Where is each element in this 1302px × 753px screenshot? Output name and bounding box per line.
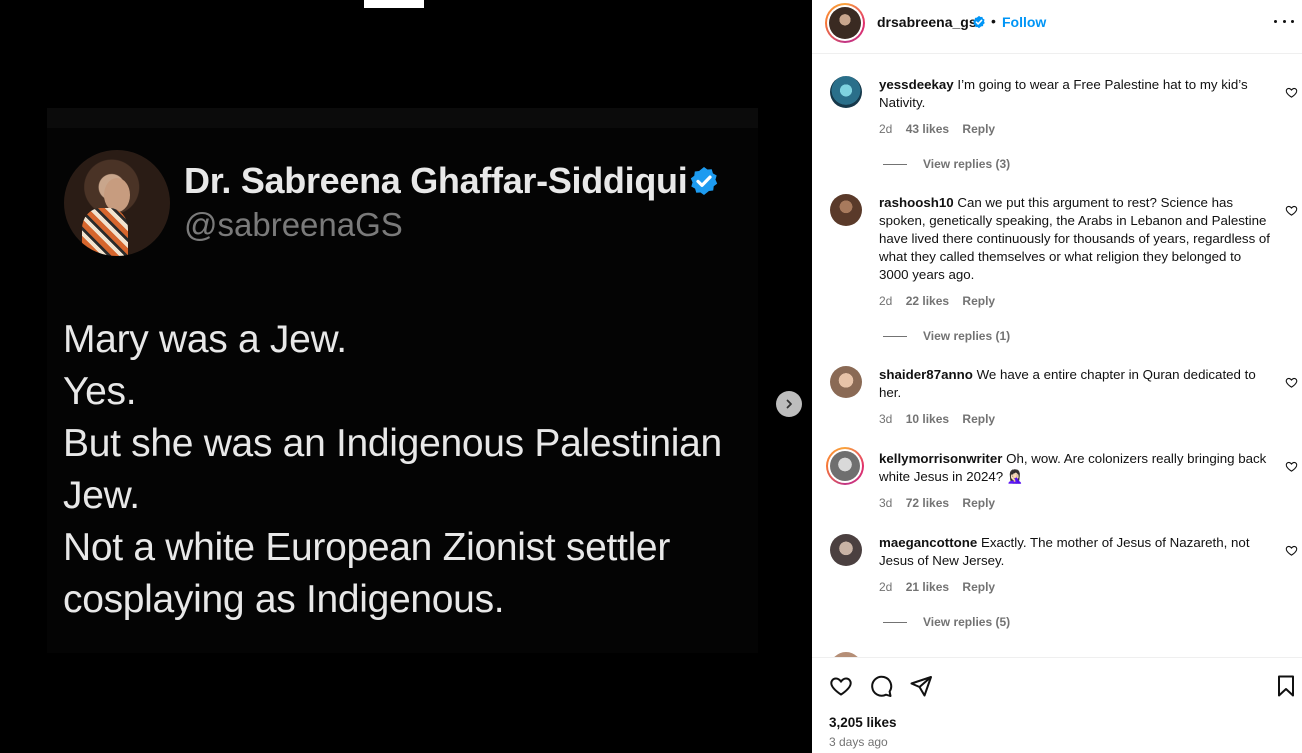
author-username[interactable]: drsabreena_gs xyxy=(877,14,977,30)
reply-button[interactable]: Reply xyxy=(962,580,995,594)
view-replies-button[interactable]: View replies (5) xyxy=(883,615,1010,629)
commenter-avatar[interactable] xyxy=(830,534,862,566)
post-header: drsabreena_gs • Follow xyxy=(812,0,1302,54)
comment-age: 3d xyxy=(879,496,893,510)
view-replies-label: View replies (1) xyxy=(923,329,1011,343)
verified-badge-icon xyxy=(690,167,718,195)
reply-button[interactable]: Reply xyxy=(962,122,995,136)
comment-age: 2d xyxy=(879,580,893,594)
tweet-line: Mary was a Jew. xyxy=(63,318,347,361)
tweet-line: Jew. xyxy=(63,474,140,517)
commenter-avatar[interactable] xyxy=(826,447,864,485)
view-replies-label: View replies (3) xyxy=(923,157,1011,171)
replies-divider xyxy=(883,164,907,166)
comment-likes[interactable]: 43 likes xyxy=(906,122,949,136)
next-slide-button[interactable] xyxy=(776,391,802,417)
media-top-bar xyxy=(364,0,424,8)
comment-meta: 3d 72 likes Reply xyxy=(879,496,1005,510)
commenter-avatar[interactable] xyxy=(830,366,862,398)
separator-dot: • xyxy=(991,13,996,29)
commenter-username[interactable]: maegancottone xyxy=(879,535,977,550)
tweet-line: Yes. xyxy=(63,370,137,413)
post-timestamp[interactable]: 3 days ago xyxy=(829,735,888,749)
bookmark-icon[interactable] xyxy=(1274,674,1298,698)
comment-meta: 2d 22 likes Reply xyxy=(879,294,1005,308)
post-media: Dr. Sabreena Ghaffar-Siddiqui @sabreenaG… xyxy=(0,0,812,753)
comment-meta: 3d 10 likes Reply xyxy=(879,412,1005,426)
comment-likes[interactable]: 10 likes xyxy=(906,412,949,426)
comment-age: 2d xyxy=(879,294,893,308)
follow-button[interactable]: Follow xyxy=(1002,14,1046,30)
comment-likes[interactable]: 72 likes xyxy=(906,496,949,510)
post-sidebar: drsabreena_gs • Follow yessdeekay I’m go… xyxy=(812,0,1302,753)
tweet-display-name: Dr. Sabreena Ghaffar-Siddiqui xyxy=(184,160,688,201)
heart-icon[interactable] xyxy=(1285,204,1298,217)
reply-button[interactable]: Reply xyxy=(962,294,995,308)
view-replies-button[interactable]: View replies (1) xyxy=(883,329,1010,343)
chevron-right-icon xyxy=(786,399,792,409)
verified-badge-icon xyxy=(973,15,985,29)
view-replies-button[interactable]: View replies (3) xyxy=(883,157,1010,171)
reply-button[interactable]: Reply xyxy=(962,496,995,510)
heart-icon[interactable] xyxy=(829,674,853,698)
heart-icon[interactable] xyxy=(1285,86,1298,99)
commenter-username[interactable]: yessdeekay xyxy=(879,77,954,92)
commenter-username[interactable]: rashoosh10 xyxy=(879,195,954,210)
send-icon[interactable] xyxy=(909,674,933,698)
comment-likes[interactable]: 22 likes xyxy=(906,294,949,308)
commenter-avatar[interactable] xyxy=(830,76,862,108)
tweet-handle: @sabreenaGS xyxy=(184,206,403,243)
tweet-top-strip xyxy=(47,108,758,128)
commenter-username[interactable]: shaider87anno xyxy=(879,367,973,382)
commenter-avatar[interactable] xyxy=(830,194,862,226)
author-avatar[interactable] xyxy=(825,3,865,43)
comment-icon[interactable] xyxy=(869,674,893,698)
likes-count[interactable]: 3,205 likes xyxy=(829,715,897,730)
comment-text: yessdeekay I’m going to wear a Free Pale… xyxy=(879,76,1271,112)
tweet-line: cosplaying as Indigenous. xyxy=(63,578,505,621)
more-horizontal-icon[interactable] xyxy=(1274,20,1294,26)
comment-meta: 2d 43 likes Reply xyxy=(879,122,1005,136)
comment-age: 2d xyxy=(879,122,893,136)
tweet-avatar xyxy=(64,150,170,256)
comment-text: rashoosh10 Can we put this argument to r… xyxy=(879,194,1271,284)
heart-icon[interactable] xyxy=(1285,544,1298,557)
reply-button[interactable]: Reply xyxy=(962,412,995,426)
post-actions: 3,205 likes 3 days ago xyxy=(812,657,1302,753)
comment-age: 3d xyxy=(879,412,893,426)
heart-icon[interactable] xyxy=(1285,376,1298,389)
view-replies-label: View replies (5) xyxy=(923,615,1011,629)
replies-divider xyxy=(883,336,907,338)
tweet-text: Mary was a Jew. Yes. But she was an Indi… xyxy=(63,314,763,626)
heart-icon[interactable] xyxy=(1285,460,1298,473)
comment-text: kellymorrisonwriter Oh, wow. Are coloniz… xyxy=(879,450,1271,486)
comment-text: shaider87anno We have a entire chapter i… xyxy=(879,366,1271,402)
tweet-line: Not a white European Zionist settler xyxy=(63,526,671,569)
tweet-line: But she was an Indigenous Palestinian xyxy=(63,422,722,465)
comment-likes[interactable]: 21 likes xyxy=(906,580,949,594)
commenter-username[interactable]: kellymorrisonwriter xyxy=(879,451,1002,466)
replies-divider xyxy=(883,622,907,624)
comment-meta: 2d 21 likes Reply xyxy=(879,580,1005,594)
comment-text: maegancottone Exactly. The mother of Jes… xyxy=(879,534,1271,570)
